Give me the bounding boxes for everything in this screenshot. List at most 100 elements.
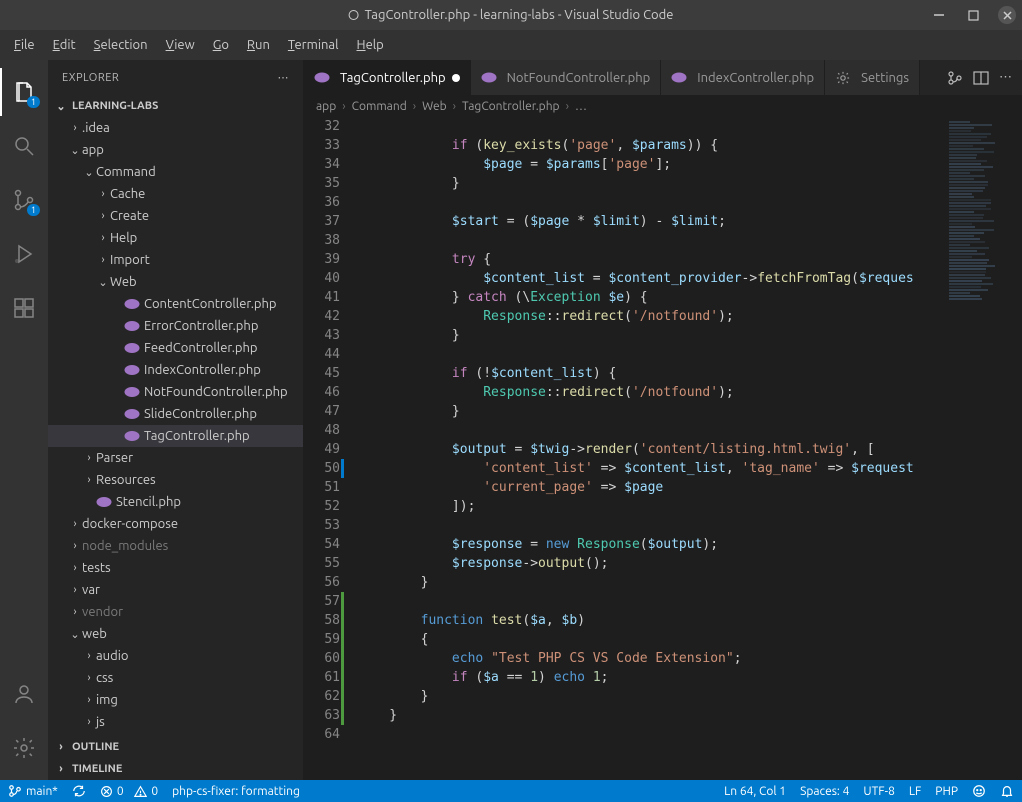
tree-item[interactable]: ›Parser: [48, 447, 303, 469]
activity-run-debug[interactable]: [0, 230, 48, 278]
outline-section[interactable]: › OUTLINE: [48, 736, 303, 758]
tree-item[interactable]: ⌄web: [48, 623, 303, 645]
status-branch[interactable]: main*: [8, 784, 58, 798]
activity-explorer[interactable]: 1: [0, 68, 48, 116]
tree-item[interactable]: Stencil.php: [48, 491, 303, 513]
tree-item[interactable]: TagController.php: [48, 425, 303, 447]
tree-item[interactable]: ›.idea: [48, 117, 303, 139]
chevron-right-icon: ›: [68, 562, 82, 574]
minimize-button[interactable]: [930, 6, 948, 24]
php-icon: [124, 362, 140, 378]
tree-item[interactable]: ⌄app: [48, 139, 303, 161]
breadcrumb[interactable]: app›Command›Web›TagController.php›…: [304, 95, 1022, 117]
tree-item[interactable]: ›Resources: [48, 469, 303, 491]
tree-item[interactable]: ›js: [48, 711, 303, 733]
tree-item[interactable]: ›Create: [48, 205, 303, 227]
menu-run[interactable]: Run: [239, 34, 278, 56]
php-icon: [124, 406, 140, 422]
tree-label: audio: [96, 649, 128, 663]
editor-body[interactable]: 3233343536373839404142434445464748495051…: [304, 117, 1022, 780]
menu-edit[interactable]: Edit: [45, 34, 84, 56]
tab-more-icon[interactable]: ⋯: [999, 70, 1012, 85]
activity-extensions[interactable]: [0, 284, 48, 332]
tree-label: docker-compose: [82, 517, 178, 531]
project-name: LEARNING-LABS: [72, 100, 158, 112]
tree-item[interactable]: ›img: [48, 689, 303, 711]
tree-item[interactable]: IndexController.php: [48, 359, 303, 381]
status-cursor[interactable]: Ln 64, Col 1: [724, 785, 786, 798]
tree-label: ContentController.php: [144, 297, 277, 311]
activity-search[interactable]: [0, 122, 48, 170]
tree-item[interactable]: ›Cache: [48, 183, 303, 205]
maximize-button[interactable]: [964, 6, 982, 24]
breadcrumb-item[interactable]: TagController.php: [462, 100, 560, 113]
scm-badge: 1: [27, 204, 40, 216]
tree-item[interactable]: ›node_modules: [48, 535, 303, 557]
tree-item[interactable]: ›vendor: [48, 601, 303, 623]
tree-item[interactable]: FeedController.php: [48, 337, 303, 359]
tab[interactable]: IndexController.php: [661, 60, 825, 95]
tab-bar: TagController.phpNotFoundController.php I…: [304, 60, 1022, 95]
tree-label: Command: [96, 165, 156, 179]
tree-label: .idea: [82, 121, 110, 135]
chevron-right-icon: ›: [342, 100, 345, 113]
tree-item[interactable]: ›Import: [48, 249, 303, 271]
minimap[interactable]: [942, 117, 1022, 780]
tree-item[interactable]: ⌄Web: [48, 271, 303, 293]
status-language[interactable]: PHP: [935, 785, 958, 798]
tab-label: IndexController.php: [697, 71, 814, 85]
status-formatter[interactable]: php-cs-fixer: formatting: [172, 785, 300, 798]
status-indentation[interactable]: Spaces: 4: [800, 785, 849, 798]
status-eol[interactable]: LF: [909, 785, 921, 798]
timeline-section[interactable]: › TIMELINE: [48, 758, 303, 780]
status-feedback-icon[interactable]: [972, 784, 986, 798]
code-content[interactable]: if (key_exists('page', $params)) { $page…: [354, 117, 942, 780]
chevron-right-icon: ›: [82, 694, 96, 706]
tree-item[interactable]: ›var: [48, 579, 303, 601]
activity-accounts[interactable]: [0, 670, 48, 718]
tree-label: node_modules: [82, 539, 168, 553]
chevron-right-icon: ›: [82, 672, 96, 684]
gear-icon: [835, 70, 851, 86]
tree-item[interactable]: ⌄Command: [48, 161, 303, 183]
tree-item[interactable]: NotFoundController.php: [48, 381, 303, 403]
menu-file[interactable]: File: [6, 34, 43, 56]
tree-label: IndexController.php: [144, 363, 261, 377]
menu-help[interactable]: Help: [349, 34, 392, 56]
tree-item[interactable]: ContentController.php: [48, 293, 303, 315]
tree-item[interactable]: ›docker-compose: [48, 513, 303, 535]
tree-item[interactable]: ErrorController.php: [48, 315, 303, 337]
breadcrumb-item[interactable]: app: [316, 100, 336, 113]
activity-settings[interactable]: [0, 724, 48, 772]
tab[interactable]: Settings: [825, 60, 920, 95]
menu-view[interactable]: View: [158, 34, 203, 56]
tree-item[interactable]: SlideController.php: [48, 403, 303, 425]
status-encoding[interactable]: UTF-8: [863, 785, 894, 798]
status-notifications-icon[interactable]: [1000, 784, 1014, 798]
status-bar: main* 0 0 php-cs-fixer: formatting Ln 64…: [0, 780, 1022, 802]
menu-go[interactable]: Go: [205, 34, 237, 56]
sidebar-more-icon[interactable]: ⋯: [278, 71, 290, 84]
tree-item[interactable]: ›tests: [48, 557, 303, 579]
modified-dot-icon: [349, 10, 359, 20]
tree-item[interactable]: ›audio: [48, 645, 303, 667]
split-editor-icon[interactable]: [973, 70, 989, 86]
activity-source-control[interactable]: 1: [0, 176, 48, 224]
breadcrumb-item[interactable]: Command: [352, 100, 407, 113]
project-section[interactable]: ⌄ LEARNING-LABS: [48, 95, 303, 117]
tab[interactable]: TagController.php: [304, 60, 471, 95]
compare-changes-icon[interactable]: [947, 70, 963, 86]
file-tree: ›.idea⌄app⌄Command›Cache›Create›Help›Imp…: [48, 117, 303, 736]
menu-selection[interactable]: Selection: [86, 34, 156, 56]
breadcrumb-item[interactable]: Web: [422, 100, 447, 113]
tree-item[interactable]: ›Help: [48, 227, 303, 249]
status-problems[interactable]: 0 0: [100, 785, 158, 798]
status-sync[interactable]: [72, 784, 86, 798]
tab[interactable]: NotFoundController.php: [471, 60, 662, 95]
menu-terminal[interactable]: Terminal: [280, 34, 347, 56]
tree-label: Import: [110, 253, 150, 267]
breadcrumb-item[interactable]: …: [575, 100, 587, 113]
close-button[interactable]: [998, 6, 1016, 24]
tree-item[interactable]: ›css: [48, 667, 303, 689]
chevron-right-icon: ›: [68, 540, 82, 552]
